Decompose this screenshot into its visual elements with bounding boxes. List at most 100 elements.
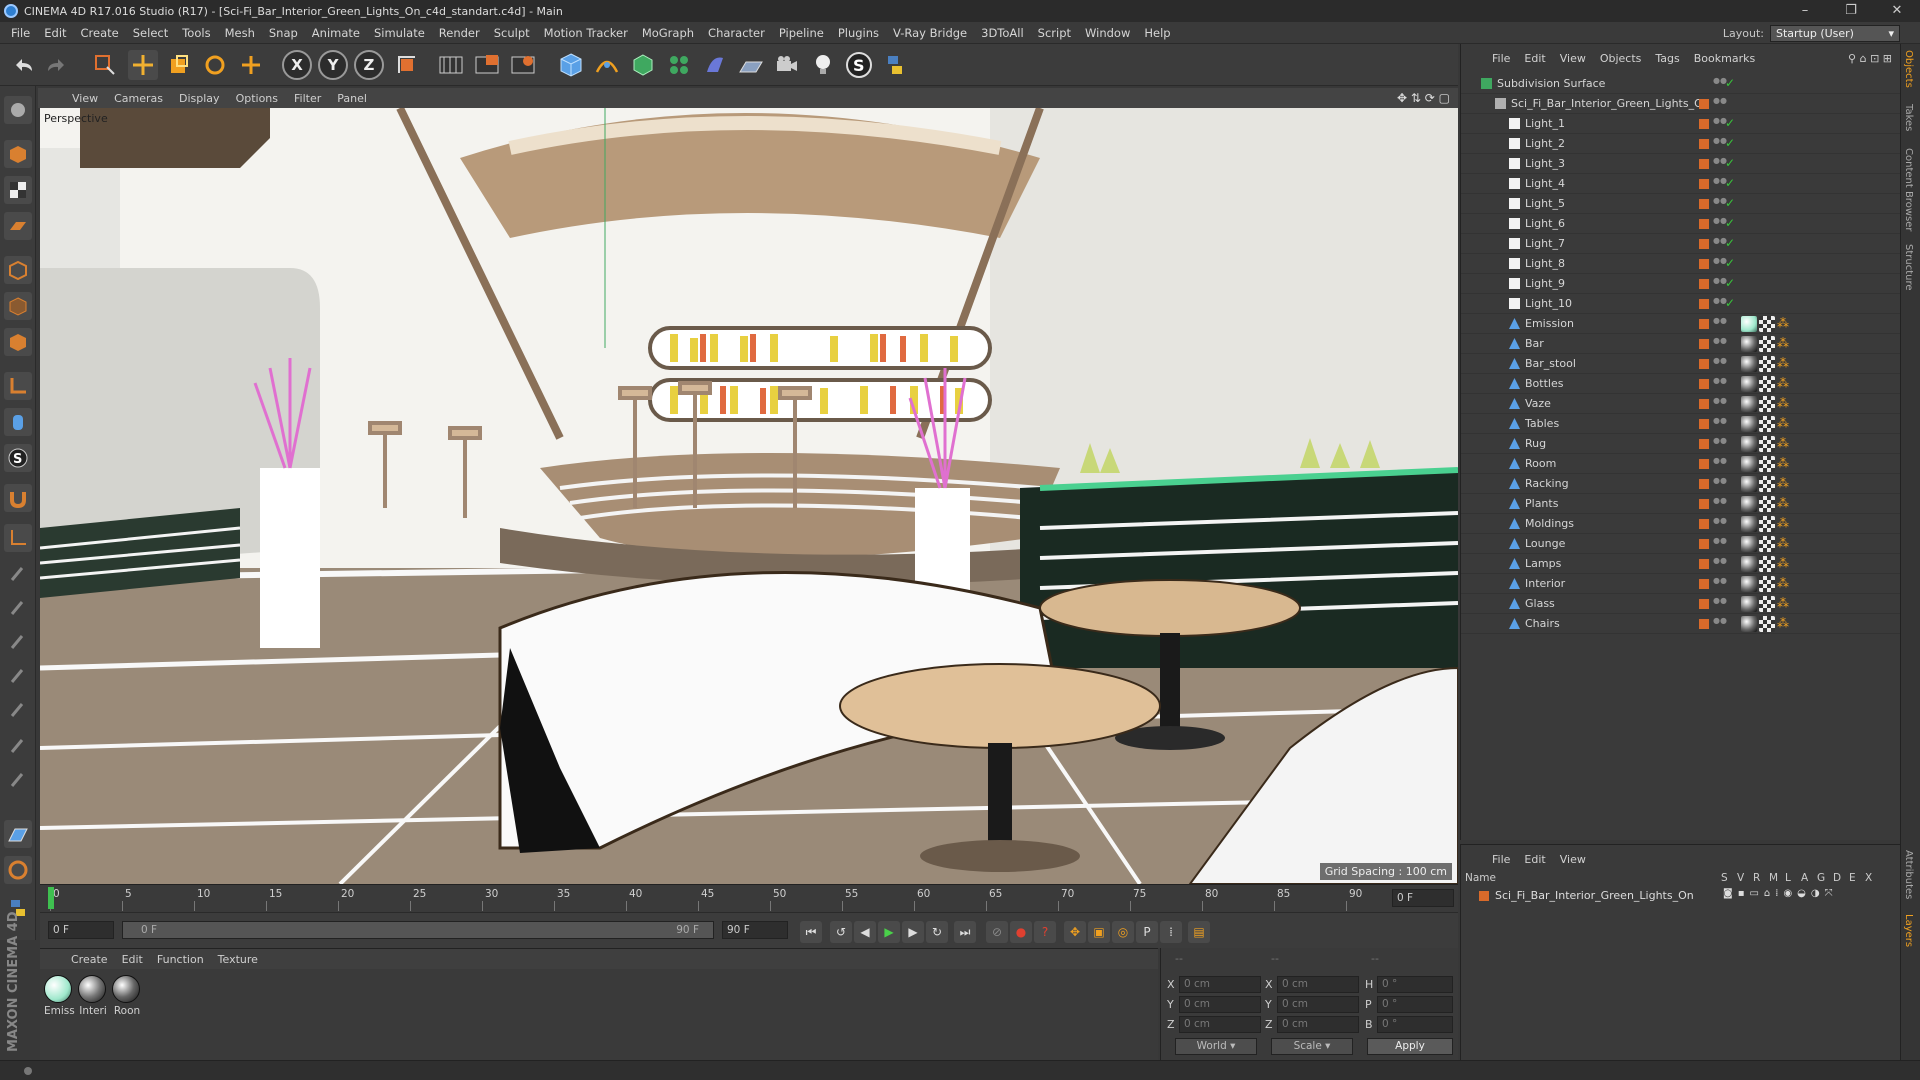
menu-select[interactable]: Select: [126, 26, 175, 40]
menu-snap[interactable]: Snap: [262, 26, 305, 40]
timeline-ruler[interactable]: 0 5 10 15 20 25 30 35 40 45 50 55 60 65 70 75 80 85 90 0 F: [40, 884, 1458, 912]
material-tag-icon[interactable]: [1741, 316, 1757, 332]
texture-tag-icon[interactable]: [1759, 456, 1775, 472]
cube-primitive-icon[interactable]: [556, 50, 586, 80]
viewport-menu-view[interactable]: View: [64, 92, 106, 105]
menu-plugins[interactable]: Plugins: [831, 26, 886, 40]
previous-frame-icon[interactable]: ◀: [854, 921, 876, 943]
object-row[interactable]: Light_2 ●● ✓: [1461, 134, 1901, 154]
material-tag-icon[interactable]: [1741, 536, 1757, 552]
tab-content-browser[interactable]: Content Browser: [1903, 148, 1914, 231]
material-tag-icon[interactable]: [1741, 436, 1757, 452]
enabled-checkmark-icon[interactable]: ✓: [1725, 276, 1735, 290]
layers-menu-view[interactable]: View: [1553, 853, 1593, 866]
python-icon[interactable]: [880, 50, 910, 80]
layer-color-swatch[interactable]: [1699, 519, 1709, 529]
scale-tool-icon[interactable]: [164, 50, 194, 80]
object-row[interactable]: Bottles ●● ⁂: [1461, 374, 1901, 394]
x-axis-lock-button[interactable]: X: [282, 50, 312, 80]
objects-menu-edit[interactable]: Edit: [1517, 52, 1552, 65]
polygons-mode-icon[interactable]: [4, 328, 32, 356]
axis-mode-icon[interactable]: [4, 372, 32, 400]
enabled-checkmark-icon[interactable]: ✓: [1725, 76, 1735, 90]
layer-color-swatch[interactable]: [1699, 299, 1709, 309]
play-icon[interactable]: ▶: [878, 921, 900, 943]
floor-grid-icon[interactable]: [4, 820, 32, 848]
object-row[interactable]: Sci_Fi_Bar_Interior_Green_Lights_On ●●: [1461, 94, 1901, 114]
viewport-menu-filter[interactable]: Filter: [286, 92, 329, 105]
object-row[interactable]: Light_10 ●● ✓: [1461, 294, 1901, 314]
visibility-dots-icon[interactable]: ●●: [1713, 177, 1727, 190]
keyframe-selection-icon[interactable]: ?: [1034, 921, 1056, 943]
menu-render[interactable]: Render: [432, 26, 487, 40]
layer-color-swatch[interactable]: [1699, 159, 1709, 169]
object-row[interactable]: Light_3 ●● ✓: [1461, 154, 1901, 174]
menu-character[interactable]: Character: [701, 26, 772, 40]
position-z-field[interactable]: 0 cm: [1179, 1016, 1261, 1033]
magnet-icon[interactable]: [4, 484, 32, 512]
workplane-mode-icon[interactable]: [4, 212, 32, 240]
texture-mode-icon[interactable]: [4, 176, 32, 204]
texture-tag-icon[interactable]: [1759, 596, 1775, 612]
layer-color-swatch[interactable]: [1699, 219, 1709, 229]
snapping-icon[interactable]: S: [4, 444, 32, 472]
layer-color-swatch[interactable]: [1699, 199, 1709, 209]
rotation-p-field[interactable]: 0 °: [1377, 996, 1453, 1013]
paint-tool-icon[interactable]: [4, 628, 32, 656]
material-tag-icon[interactable]: [1741, 376, 1757, 392]
render-view-icon[interactable]: [436, 50, 466, 80]
material-tag-icon[interactable]: [1741, 336, 1757, 352]
texture-tag-icon[interactable]: [1759, 436, 1775, 452]
layer-color-swatch[interactable]: [1699, 579, 1709, 589]
material-tag-icon[interactable]: [1741, 456, 1757, 472]
recent-tool-icon[interactable]: [236, 50, 266, 80]
layer-row[interactable]: Sci_Fi_Bar_Interior_Green_Lights_On ◙▪▭⌂…: [1461, 887, 1901, 905]
menu-pipeline[interactable]: Pipeline: [772, 26, 831, 40]
start-frame-field[interactable]: 0 F: [48, 921, 114, 939]
visibility-dots-icon[interactable]: ●●: [1713, 77, 1727, 90]
go-to-end-icon[interactable]: ⏭: [954, 921, 976, 943]
material-swatch[interactable]: Emiss: [44, 975, 75, 1017]
light-icon[interactable]: [808, 50, 838, 80]
layout-dropdown[interactable]: Startup (User) ▾: [1770, 24, 1900, 42]
objects-menu-objects[interactable]: Objects: [1593, 52, 1649, 65]
layer-color-swatch[interactable]: [1699, 239, 1709, 249]
spline-pen-icon[interactable]: [592, 50, 622, 80]
layer-color-swatch[interactable]: [1699, 559, 1709, 569]
object-row[interactable]: Tables ●● ⁂: [1461, 414, 1901, 434]
menu-window[interactable]: Window: [1078, 26, 1137, 40]
3d-viewport[interactable]: Perspective Grid Spacing : 100 cm: [40, 108, 1458, 884]
object-row[interactable]: Chairs ●● ⁂: [1461, 614, 1901, 634]
visibility-dots-icon[interactable]: ●●: [1713, 317, 1727, 330]
material-tag-icon[interactable]: [1741, 516, 1757, 532]
tweak-mode-icon[interactable]: [4, 408, 32, 436]
visibility-dots-icon[interactable]: ●●: [1713, 517, 1727, 530]
record-active-icon[interactable]: ⊘: [986, 921, 1008, 943]
material-tag-icon[interactable]: [1741, 496, 1757, 512]
next-frame-icon[interactable]: ▶: [902, 921, 924, 943]
render-to-picture-viewer-icon[interactable]: [472, 50, 502, 80]
sculpt-tool-icon[interactable]: [4, 594, 32, 622]
enabled-checkmark-icon[interactable]: ✓: [1725, 296, 1735, 310]
phong-tag-icon[interactable]: ⁂: [1777, 556, 1793, 572]
next-key-icon[interactable]: ↻: [926, 921, 948, 943]
tab-layers[interactable]: Layers: [1903, 914, 1914, 947]
object-row[interactable]: Rug ●● ⁂: [1461, 434, 1901, 454]
phong-tag-icon[interactable]: ⁂: [1777, 596, 1793, 612]
objects-menu-bookmarks[interactable]: Bookmarks: [1687, 52, 1762, 65]
visibility-dots-icon[interactable]: ●●: [1713, 597, 1727, 610]
material-swatch[interactable]: Roon: [112, 975, 142, 1017]
object-manager-search-icon[interactable]: ⚲ ⌂ ⊡ ⊞: [1848, 52, 1892, 65]
menu-edit[interactable]: Edit: [37, 26, 73, 40]
workplane-icon[interactable]: [4, 524, 32, 552]
menu-help[interactable]: Help: [1137, 26, 1177, 40]
object-row[interactable]: Light_8 ●● ✓: [1461, 254, 1901, 274]
layer-color-swatch[interactable]: [1699, 119, 1709, 129]
menu-simulate[interactable]: Simulate: [367, 26, 432, 40]
visibility-dots-icon[interactable]: ●●: [1713, 357, 1727, 370]
texture-tag-icon[interactable]: [1759, 416, 1775, 432]
phong-tag-icon[interactable]: ⁂: [1777, 576, 1793, 592]
phong-tag-icon[interactable]: ⁂: [1777, 336, 1793, 352]
layer-color-swatch[interactable]: [1699, 99, 1709, 109]
menu-tools[interactable]: Tools: [175, 26, 217, 40]
